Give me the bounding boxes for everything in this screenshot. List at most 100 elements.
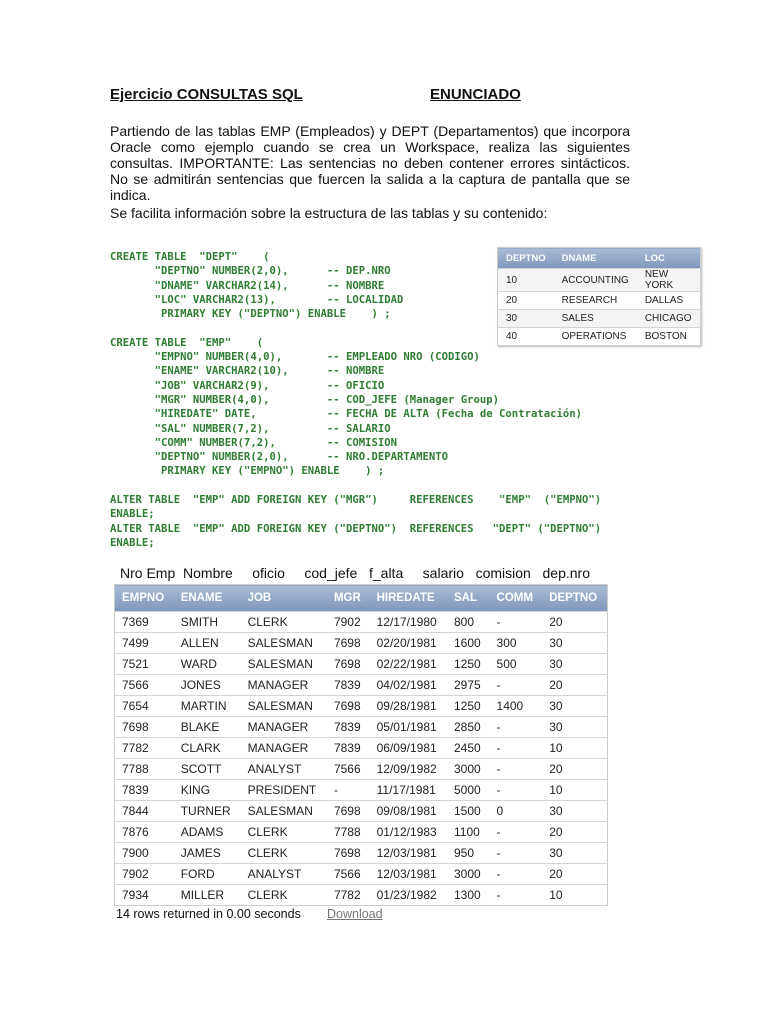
table-cell: 30 <box>542 800 608 822</box>
table-cell: 20 <box>542 863 608 885</box>
table-cell: 2850 <box>447 716 490 738</box>
table-cell: 7566 <box>326 758 370 780</box>
table-cell: MANAGER <box>240 716 327 738</box>
table-cell: 7566 <box>114 674 174 696</box>
table-cell: 09/28/1981 <box>369 695 447 717</box>
table-cell: ACCOUNTING <box>553 268 637 292</box>
table-row: 40 OPERATIONS BOSTON <box>497 327 700 346</box>
table-cell: TURNER <box>173 800 241 822</box>
emp-column-labels: Nro Emp Nombre oficio cod_jefe f_alta sa… <box>120 565 590 581</box>
table-cell: MILLER <box>173 884 241 906</box>
table-cell: 09/08/1981 <box>369 800 447 822</box>
table-row: 7566 JONES MANAGER 7839 04/02/1981 2975-20 <box>114 674 608 696</box>
table-cell: 06/09/1981 <box>369 737 447 759</box>
table-cell: JAMES <box>173 842 241 864</box>
table-cell: DALLAS <box>636 291 700 310</box>
table-cell: 20 <box>542 758 608 780</box>
column-header: LOC <box>636 247 700 269</box>
table-cell: SALES <box>553 309 637 328</box>
table-cell: 7782 <box>114 737 174 759</box>
rows-returned-text: 14 rows returned in 0.00 seconds <box>116 907 301 921</box>
table-row: 10 ACCOUNTING NEW YORK <box>497 268 700 292</box>
column-header: DNAME <box>553 247 637 269</box>
table-cell: 20 <box>542 674 608 696</box>
table-cell: 7844 <box>114 800 174 822</box>
table-cell: 7839 <box>326 737 370 759</box>
table-cell: 7902 <box>326 611 370 633</box>
table-cell: 30 <box>542 632 608 654</box>
table-cell: MANAGER <box>240 674 327 696</box>
table-cell: 30 <box>542 695 608 717</box>
column-header: DEPTNO <box>497 247 554 269</box>
table-cell: JONES <box>173 674 241 696</box>
table-cell: - <box>489 716 543 738</box>
exercise-title: Ejercicio CONSULTAS SQL <box>110 86 303 103</box>
table-cell: CLERK <box>240 821 327 843</box>
table-row: 7499 ALLEN SALESMAN 7698 02/20/1981 1600 300 30 <box>114 632 608 654</box>
table-cell: PRESIDENT <box>240 779 327 801</box>
download-link[interactable]: Download <box>327 907 383 921</box>
table-cell: 02/20/1981 <box>369 632 447 654</box>
table-cell: KING <box>173 779 241 801</box>
info-paragraph: Se facilita información sobre la estruct… <box>110 205 548 221</box>
emp-table: EMPNO ENAME JOB MGR HIREDATE SAL COMM DEPTNO 736… <box>114 584 608 906</box>
table-cell: 7839 <box>326 716 370 738</box>
dept-table: DEPTNO DNAME LOC 10 ACCOUNTING NEW YORK 20 RESE… <box>497 247 701 346</box>
table-cell: 10 <box>497 268 554 292</box>
table-cell: MANAGER <box>240 737 327 759</box>
table-cell: 7782 <box>326 884 370 906</box>
table-cell: 12/09/1982 <box>369 758 447 780</box>
table-cell: - <box>326 779 370 801</box>
table-cell: ANALYST <box>240 863 327 885</box>
column-header: DEPTNO <box>542 584 608 612</box>
table-cell: 7839 <box>326 674 370 696</box>
table-cell: 7698 <box>326 632 370 654</box>
table-cell: CLERK <box>240 842 327 864</box>
table-cell: 1600 <box>447 632 490 654</box>
table-cell: 7788 <box>326 821 370 843</box>
table-cell: 1250 <box>447 653 490 675</box>
table-cell: SALESMAN <box>240 800 327 822</box>
table-cell: CHICAGO <box>636 309 700 328</box>
table-cell: 0 <box>489 800 543 822</box>
table-cell: 02/22/1981 <box>369 653 447 675</box>
table-cell: MARTIN <box>173 695 241 717</box>
table-cell: BLAKE <box>173 716 241 738</box>
table-cell: - <box>489 863 543 885</box>
table-cell: 7839 <box>114 779 174 801</box>
table-cell: 5000 <box>447 779 490 801</box>
table-cell: SCOTT <box>173 758 241 780</box>
table-cell: - <box>489 611 543 633</box>
table-cell: 12/17/1980 <box>369 611 447 633</box>
table-cell: 20 <box>542 611 608 633</box>
table-cell: 7654 <box>114 695 174 717</box>
table-cell: ADAMS <box>173 821 241 843</box>
table-row: 7902 FORD ANALYST 7566 12/03/1981 3000-20 <box>114 863 608 885</box>
table-cell: 7698 <box>326 842 370 864</box>
table-cell: 20 <box>497 291 554 310</box>
table-cell: 7876 <box>114 821 174 843</box>
table-row: 7782 CLARK MANAGER 7839 06/09/1981 2450-10 <box>114 737 608 759</box>
table-cell: 7698 <box>326 653 370 675</box>
table-row: 7369 SMITH CLERK 7902 12/17/1980 800-20 <box>114 611 608 633</box>
table-cell: SALESMAN <box>240 695 327 717</box>
table-cell: 11/17/1981 <box>369 779 447 801</box>
table-cell: 7369 <box>114 611 174 633</box>
intro-paragraph: Partiendo de las tablas EMP (Empleados) … <box>110 123 630 203</box>
table-cell: 1500 <box>447 800 490 822</box>
column-header: EMPNO <box>114 584 174 612</box>
table-cell: 12/03/1981 <box>369 863 447 885</box>
table-cell: 10 <box>542 884 608 906</box>
table-row: 7654 MARTIN SALESMAN 7698 09/28/1981 1250 1400… <box>114 695 608 717</box>
table-cell: SALESMAN <box>240 653 327 675</box>
table-cell: 1300 <box>447 884 490 906</box>
table-cell: - <box>489 884 543 906</box>
table-cell: 950 <box>447 842 490 864</box>
table-cell: CLARK <box>173 737 241 759</box>
table-cell: FORD <box>173 863 241 885</box>
column-header: HIREDATE <box>369 584 447 612</box>
table-cell: 40 <box>497 327 554 346</box>
table-cell: NEW YORK <box>636 268 700 292</box>
table-cell: 800 <box>447 611 490 633</box>
table-cell: 3000 <box>447 863 490 885</box>
